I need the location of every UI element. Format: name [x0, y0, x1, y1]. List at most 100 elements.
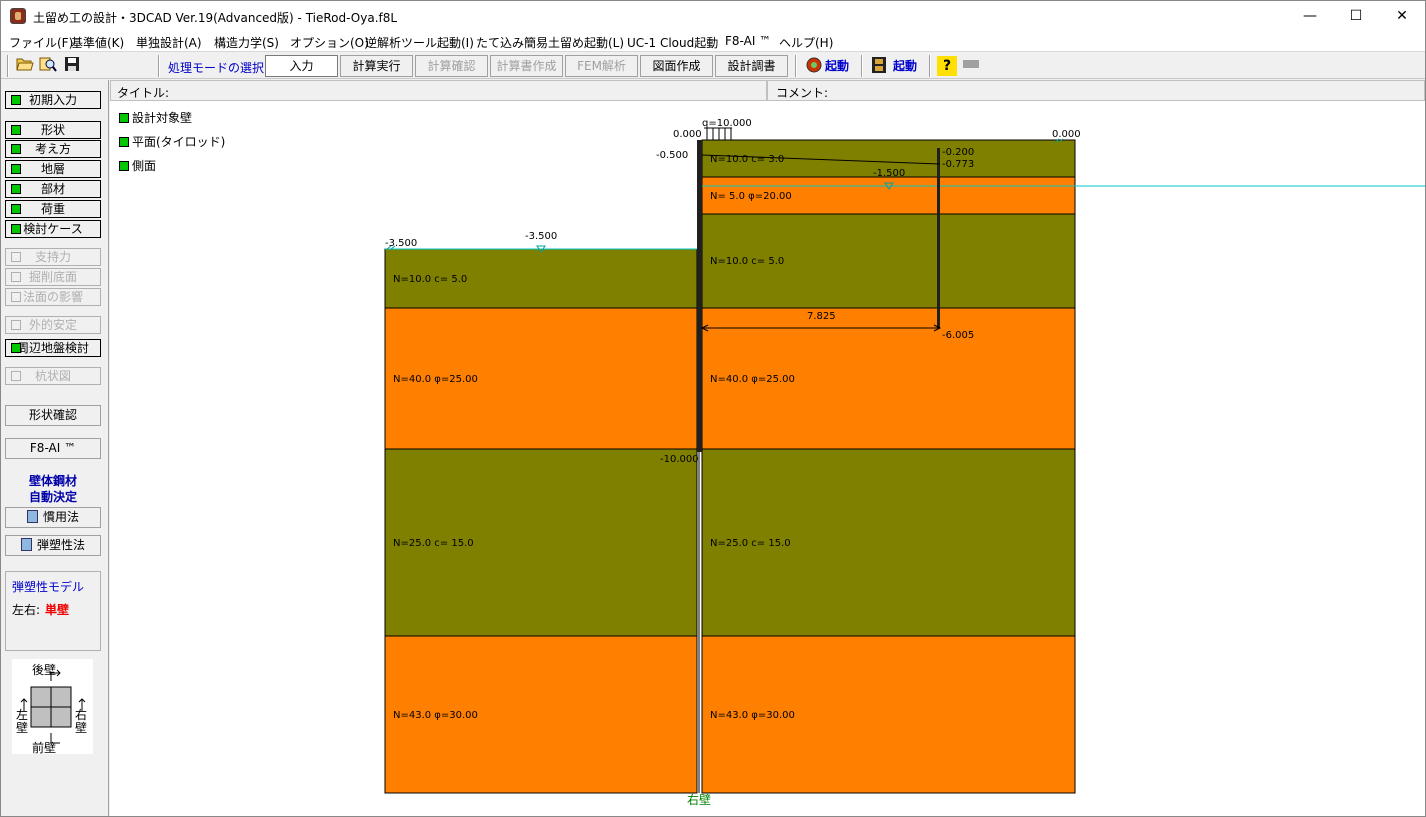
pile-diagram-button[interactable]: 杭状図 — [5, 367, 101, 385]
mode-report-button[interactable]: 計算書作成 — [490, 55, 563, 77]
stratum-button[interactable]: 地層 — [5, 160, 101, 178]
anchor-wall — [937, 148, 940, 328]
menu-file[interactable]: ファイル(F) — [9, 34, 73, 51]
right-layer-2-label: N= 5.0 φ=20.00 — [710, 191, 792, 202]
wall-position-diagram[interactable]: 後壁 前壁 左壁 右壁 — [12, 659, 93, 755]
launch-button-1[interactable]: 起動 — [825, 56, 849, 76]
model-info-box: 弾塑性モデル 左右: 単壁 — [5, 571, 101, 651]
diagram-back-label: 後壁 — [32, 663, 57, 677]
left-top-level-label: 0.000 — [673, 129, 702, 140]
toolbar-separator — [861, 55, 863, 77]
close-button[interactable]: ✕ — [1379, 1, 1425, 32]
menu-structural[interactable]: 構造力学(S) — [214, 34, 279, 51]
minimize-button[interactable]: — — [1287, 1, 1333, 32]
slope-effect-button[interactable]: 法面の影響 — [5, 288, 101, 306]
status-check-icon — [11, 164, 21, 174]
app-icon[interactable] — [10, 8, 26, 24]
conventional-method-button[interactable]: 慣用法 — [5, 507, 101, 528]
right-layer-4-label: N=40.0 φ=25.00 — [710, 374, 795, 385]
status-check-icon — [11, 343, 21, 353]
excavation-bottom-button[interactable]: 掘削底面 — [5, 268, 101, 286]
main-area: タイトル: コメント: 設計対象壁 平面(タイロッド) 側面 0.000 q=1… — [110, 80, 1425, 816]
launch-app-icon[interactable] — [804, 56, 824, 76]
toolbar-separator — [7, 55, 9, 77]
title-bar: 土留め工の設計・3DCAD Ver.19(Advanced版) - TieRod… — [1, 1, 1425, 32]
menu-single-design[interactable]: 単独設計(A) — [136, 34, 202, 51]
left-layer-3-label: N=25.0 c= 15.0 — [393, 538, 474, 549]
right-layer-3-label: N=10.0 c= 5.0 — [710, 256, 784, 267]
mode-fem-button[interactable]: FEM解析 — [565, 55, 638, 77]
help-question-icon[interactable]: ? — [937, 56, 957, 76]
diagram-right-label: 右壁 — [75, 708, 88, 735]
load-button[interactable]: 荷重 — [5, 200, 101, 218]
mode-input-button[interactable]: 入力 — [265, 55, 338, 77]
external-stability-button[interactable]: 外的安定 — [5, 316, 101, 334]
calculator-icon — [26, 510, 38, 523]
mode-calc-check-button[interactable]: 計算確認 — [415, 55, 488, 77]
check-case-button[interactable]: 検討ケース — [5, 220, 101, 238]
status-check-icon — [11, 292, 21, 302]
model-title: 弾塑性モデル — [12, 580, 85, 594]
menu-help[interactable]: ヘルプ(H) — [779, 34, 833, 51]
status-check-icon — [11, 224, 21, 234]
status-check-icon — [11, 204, 21, 214]
left-layer-1-label: N=10.0 c= 5.0 — [393, 274, 467, 285]
status-check-icon — [11, 320, 21, 330]
left-ground-label: -3.500 — [385, 238, 417, 249]
toolbar: 処理モードの選択 入力 計算実行 計算確認 計算書作成 FEM解析 図面作成 設… — [1, 53, 1425, 79]
status-check-icon — [11, 272, 21, 282]
concept-button[interactable]: 考え方 — [5, 140, 101, 158]
tie-length-label: 7.825 — [807, 311, 836, 322]
member-button[interactable]: 部材 — [5, 180, 101, 198]
menu-bar: ファイル(F) 基準値(K) 単独設計(A) 構造力学(S) オプション(O) … — [1, 32, 1425, 52]
status-check-icon — [11, 184, 21, 194]
disabled-tool-icon — [961, 56, 981, 76]
toolbar-separator — [158, 55, 160, 77]
status-check-icon — [11, 144, 21, 154]
save-disk-icon[interactable] — [62, 56, 82, 76]
mode-design-record-button[interactable]: 設計調書 — [715, 55, 788, 77]
menu-options[interactable]: オプション(O) — [290, 34, 369, 51]
film-strip-icon[interactable] — [869, 56, 889, 76]
mode-calculate-button[interactable]: 計算実行 — [340, 55, 413, 77]
toolbar-separator — [795, 55, 797, 77]
status-check-icon — [11, 125, 21, 135]
menu-tatekomi[interactable]: たて込み簡易土留め起動(L) — [476, 34, 624, 51]
surcharge-arrows — [704, 127, 732, 140]
preview-search-icon[interactable] — [38, 56, 58, 76]
f8ai-button[interactable]: F8-AI ™ — [5, 438, 101, 459]
model-lr-value: 単壁 — [45, 603, 70, 617]
left-water-label: -3.500 — [525, 231, 557, 242]
auto-steel-note-1: 壁体鋼材 — [28, 474, 77, 488]
anchor-rod-label: -0.773 — [942, 159, 974, 170]
window-title: 土留め工の設計・3DCAD Ver.19(Advanced版) - TieRod… — [33, 11, 398, 25]
shape-button[interactable]: 形状 — [5, 121, 101, 139]
calculator-icon — [20, 538, 32, 551]
right-water-label: -1.500 — [873, 168, 905, 179]
left-panel: 初期入力 形状 考え方 地層 部材 荷重 検討ケース 支持力 掘削底面 法面の影… — [1, 80, 109, 816]
left-layer-4-label: N=43.0 φ=30.00 — [393, 710, 478, 721]
status-check-icon — [11, 252, 21, 262]
status-check-icon — [11, 371, 21, 381]
auto-steel-note-2: 自動決定 — [28, 490, 77, 504]
shape-confirm-button[interactable]: 形状確認 — [5, 405, 101, 426]
menu-standard[interactable]: 基準値(K) — [71, 34, 124, 51]
mode-drawing-button[interactable]: 図面作成 — [640, 55, 713, 77]
maximize-button[interactable]: ☐ — [1333, 1, 1379, 32]
bearing-capacity-button[interactable]: 支持力 — [5, 248, 101, 266]
elastoplastic-method-button[interactable]: 弾塑性法 — [5, 535, 101, 556]
menu-uc1-cloud[interactable]: UC-1 Cloud起動 — [627, 34, 718, 51]
menu-inverse-analysis[interactable]: 逆解析ツール起動(I) — [365, 34, 474, 51]
app-window: 土留め工の設計・3DCAD Ver.19(Advanced版) - TieRod… — [0, 0, 1426, 817]
launch-button-2[interactable]: 起動 — [893, 56, 917, 76]
diagram-front-label: 前壁 — [32, 741, 57, 755]
tie-level-label: -0.500 — [656, 150, 688, 161]
surrounding-ground-button[interactable]: 周辺地盤検討 — [5, 339, 101, 357]
sheet-pile-wall — [697, 140, 702, 452]
open-folder-icon[interactable] — [15, 56, 35, 76]
right-layer-6-label: N=43.0 φ=30.00 — [710, 710, 795, 721]
right-top-level-label: 0.000 — [1052, 129, 1081, 140]
menu-f8ai[interactable]: F8-AI ™ — [725, 34, 771, 48]
initial-input-button[interactable]: 初期入力 — [5, 91, 101, 109]
surcharge-label: q=10.000 — [702, 118, 752, 129]
